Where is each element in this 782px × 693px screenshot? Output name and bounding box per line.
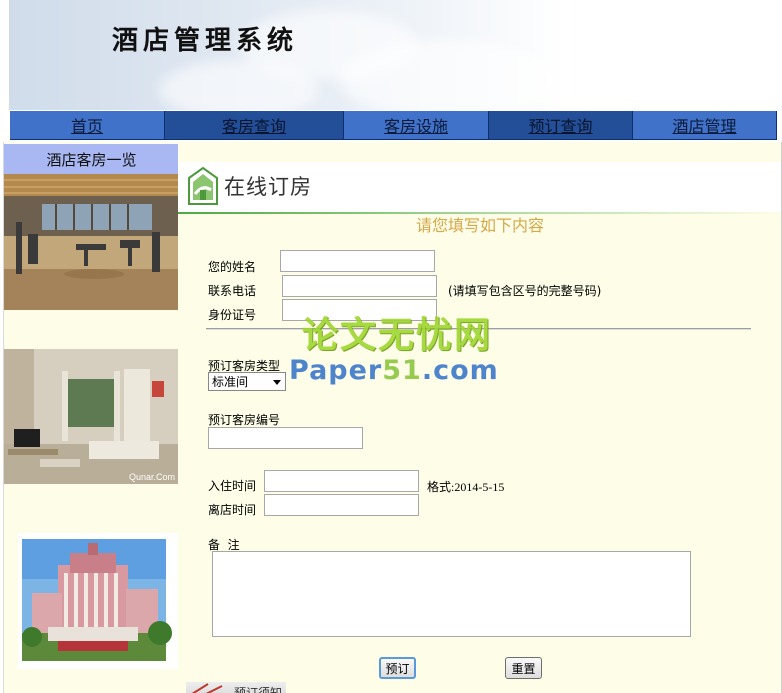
room-number-input[interactable] [208,427,363,449]
room-type-value: 标准间 [212,375,249,389]
booking-panel: 在线订房 请您填写如下内容 您的姓名 联系电话 (请填写包含区号的完整号码) 身… [178,142,782,693]
nav-item-booking-search[interactable]: 预订查询 [489,111,633,140]
watermark-part: 51 [382,355,422,386]
nav-item-room-facilities[interactable]: 客房设施 [344,111,489,140]
id-number-label: 身份证号 [208,308,257,322]
room-photo: Qunar.Com [4,349,178,484]
main-nav: 首页 客房查询 客房设施 预订查询 酒店管理 [10,111,777,140]
remarks-textarea[interactable] [212,551,691,637]
nav-item-home[interactable]: 首页 [10,111,165,140]
watermark-part: Paper [289,355,383,386]
date-format-hint: 格式:2014-5-15 [427,480,505,494]
photo-watermark: Qunar.Com [128,472,175,482]
phone-hint: (请填写包含区号的完整号码) [448,284,602,298]
site-watermark-en: Paper51.com [289,355,499,386]
sidebar: 酒店客房一览 Qunar.Com [3,142,178,693]
nav-item-hotel-admin[interactable]: 酒店管理 [633,111,777,140]
app-title: 酒店管理系统 [112,26,299,56]
phone-input[interactable] [282,275,437,297]
hotel-building-photo [18,533,178,669]
phone-label: 联系电话 [208,284,257,298]
checkin-input[interactable] [264,470,419,492]
gym-photo [4,174,178,310]
submit-booking-button[interactable]: 预订 [379,657,416,679]
nav-item-room-search[interactable]: 客房查询 [165,111,344,140]
hotel-logo-icon [188,166,218,205]
checkin-label: 入住时间 [208,479,257,493]
chevron-down-icon [273,380,281,385]
watermark-part: .com [421,355,499,386]
site-watermark-cn: 论文无忧网 [302,315,493,356]
name-input[interactable] [280,250,435,272]
name-label: 您的姓名 [208,260,257,274]
pencil-note-icon [191,683,223,693]
section-title: 在线订房 [224,175,312,199]
checkout-label: 离店时间 [208,503,257,517]
notice-label: 预订须知 [234,686,283,693]
reset-button[interactable]: 重置 [505,657,542,679]
form-subtitle: 请您填写如下内容 [415,216,544,235]
room-type-select[interactable]: 标准间 [208,372,286,391]
header-banner: 酒店管理系统 [9,0,782,110]
checkout-input[interactable] [264,494,419,516]
room-number-label: 预订客房编号 [208,413,281,427]
sidebar-title: 酒店客房一览 [4,144,178,174]
